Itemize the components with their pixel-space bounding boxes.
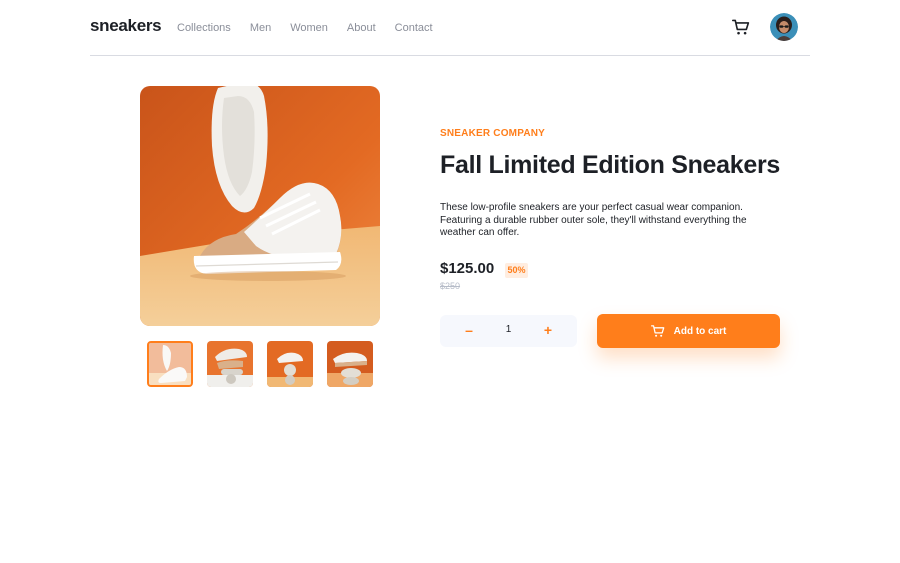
- quantity-value: 1: [505, 324, 512, 335]
- thumbnail-4-image: [327, 341, 373, 387]
- add-to-cart-label: Add to cart: [673, 325, 727, 337]
- current-price: $125.00: [440, 260, 495, 277]
- product-description: These low-profile sneakers are your perf…: [440, 202, 747, 238]
- nav-link-collections[interactable]: Collections: [177, 22, 231, 34]
- add-to-cart-button[interactable]: Add to cart: [597, 314, 780, 348]
- cart-icon[interactable]: [732, 18, 750, 36]
- logo[interactable]: sneakers: [90, 16, 162, 36]
- thumbnail-2-image: [207, 341, 253, 387]
- discount-badge: 50%: [505, 263, 528, 278]
- nav-link-about[interactable]: About: [347, 22, 376, 34]
- nav-link-contact[interactable]: Contact: [395, 22, 433, 34]
- original-price: $250: [440, 281, 461, 291]
- increment-button[interactable]: +: [543, 323, 553, 337]
- main-nav: Collections Men Women About Contact: [177, 22, 452, 34]
- thumbnail-1[interactable]: [147, 341, 193, 387]
- quantity-stepper: – 1 +: [440, 315, 577, 347]
- nav-link-men[interactable]: Men: [250, 22, 271, 34]
- user-avatar-image: [770, 13, 798, 41]
- site-header: sneakers Collections Men Women About Con…: [90, 0, 810, 56]
- thumbnail-strip: [147, 341, 387, 387]
- thumbnail-3[interactable]: [267, 341, 313, 387]
- main-product-image[interactable]: [140, 86, 380, 326]
- avatar[interactable]: [770, 13, 798, 41]
- company-name: SNEAKER COMPANY: [440, 128, 546, 139]
- product-title: Fall Limited Edition Sneakers: [440, 151, 780, 179]
- thumbnail-1-image: [149, 343, 191, 385]
- cart-icon: [650, 325, 664, 337]
- nav-link-women[interactable]: Women: [290, 22, 328, 34]
- thumbnail-3-image: [267, 341, 313, 387]
- thumbnail-2[interactable]: [207, 341, 253, 387]
- thumbnail-4[interactable]: [327, 341, 373, 387]
